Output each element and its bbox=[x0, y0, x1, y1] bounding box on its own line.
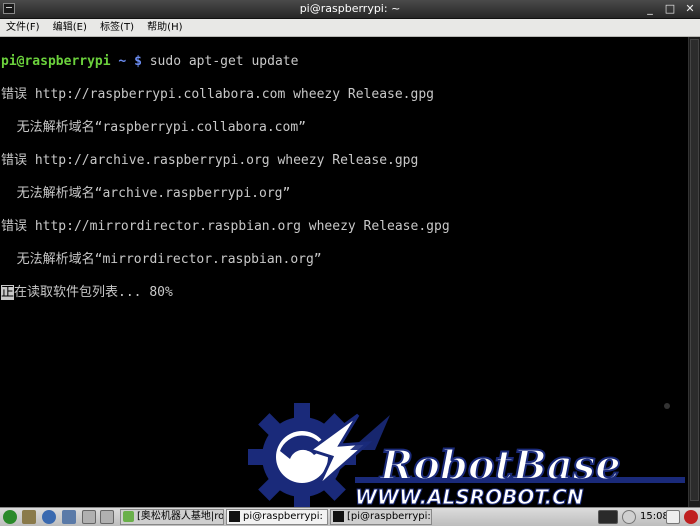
desktop-switcher-icon[interactable] bbox=[82, 510, 96, 524]
browser-launcher-icon[interactable] bbox=[42, 510, 56, 524]
desktop-switcher-icon-2[interactable] bbox=[100, 510, 114, 524]
command-text: sudo apt-get update bbox=[149, 53, 299, 69]
window-titlebar[interactable]: pi@raspberrypi: ~ _ □ ✕ bbox=[0, 0, 700, 19]
status-text: 在读取软件包列表... 80% bbox=[14, 284, 173, 300]
output-line: 无法解析域名“mirrordirector.raspbian.org” bbox=[1, 251, 322, 267]
screen-lock-icon[interactable] bbox=[666, 510, 680, 524]
task-label: [奥松机器人基地|ro... bbox=[137, 511, 224, 522]
taskbar: [奥松机器人基地|ro... pi@raspberrypi: ~ [pi@ras… bbox=[0, 507, 700, 526]
file-manager-icon[interactable] bbox=[22, 510, 36, 524]
menu-file[interactable]: 文件(F) bbox=[2, 19, 44, 36]
terminal-icon bbox=[229, 511, 240, 522]
menu-edit[interactable]: 编辑(E) bbox=[49, 19, 91, 36]
prompt-symbol: $ bbox=[134, 53, 142, 69]
browser-icon bbox=[123, 511, 134, 522]
output-line: 无法解析域名“raspberrypi.collabora.com” bbox=[1, 119, 306, 135]
cpu-monitor-icon[interactable] bbox=[598, 510, 618, 524]
output-line: 无法解析域名“archive.raspberrypi.org” bbox=[1, 185, 291, 201]
command-line: pi@raspberrypi ~ $ sudo apt-get update bbox=[1, 54, 688, 71]
watermark-site: WWW.ALSROBOT.CN bbox=[355, 485, 585, 510]
maximize-button[interactable]: □ bbox=[664, 0, 676, 18]
menubar: 文件(F) 编辑(E) 标签(T) 帮助(H) bbox=[0, 19, 700, 37]
status-line: 正在读取软件包列表... 80% bbox=[1, 284, 688, 302]
prompt-user: pi@raspberrypi bbox=[1, 53, 111, 69]
minimize-all-icon[interactable] bbox=[62, 510, 76, 524]
window-title: pi@raspberrypi: ~ bbox=[299, 2, 401, 15]
output-line: 错误 http://mirrordirector.raspbian.org wh… bbox=[1, 218, 450, 234]
minimize-button[interactable]: _ bbox=[644, 0, 656, 18]
menu-help[interactable]: 帮助(H) bbox=[143, 19, 186, 36]
start-menu-icon[interactable] bbox=[3, 510, 17, 524]
output-line: 错误 http://raspberrypi.collabora.com whee… bbox=[1, 86, 434, 102]
close-button[interactable]: ✕ bbox=[684, 0, 696, 18]
task-label: [pi@raspberrypi: ~] bbox=[347, 511, 431, 522]
task-terminal-active[interactable]: pi@raspberrypi: ~ bbox=[226, 509, 328, 525]
output-line: 错误 http://archive.raspberrypi.org wheezy… bbox=[1, 152, 419, 168]
network-icon[interactable] bbox=[622, 510, 636, 524]
terminal-cursor: 正 bbox=[1, 284, 15, 300]
terminal-icon bbox=[333, 511, 344, 522]
watermark-brand: RobotBase bbox=[379, 441, 622, 490]
task-label: pi@raspberrypi: ~ bbox=[243, 511, 328, 522]
power-icon[interactable] bbox=[684, 510, 698, 524]
task-terminal[interactable]: [pi@raspberrypi: ~] bbox=[330, 509, 432, 525]
menu-tabs[interactable]: 标签(T) bbox=[96, 19, 138, 36]
task-browser[interactable]: [奥松机器人基地|ro... bbox=[120, 509, 224, 525]
window-controls: _ □ ✕ bbox=[644, 0, 696, 18]
taskbar-clock: 15:08 bbox=[640, 511, 669, 522]
prompt-path: ~ bbox=[118, 53, 127, 69]
